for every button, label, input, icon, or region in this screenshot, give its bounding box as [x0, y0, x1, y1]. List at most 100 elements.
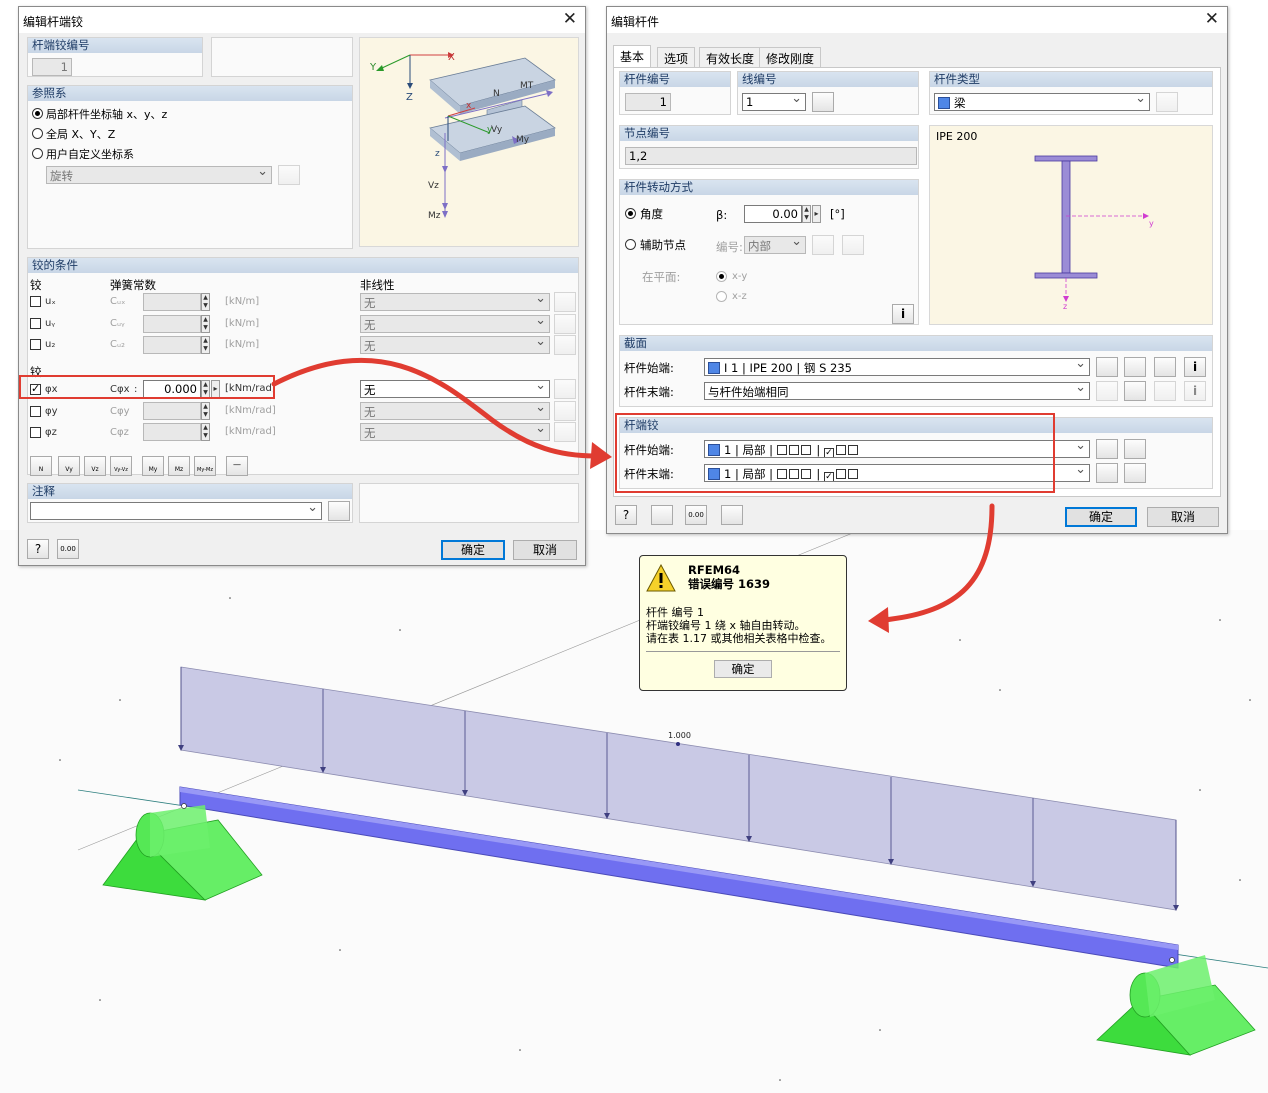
member-close-icon[interactable]: ✕ [1205, 11, 1219, 28]
ref-global-radio[interactable] [32, 128, 43, 139]
beta-arrow-button[interactable]: ▸ [812, 205, 821, 223]
phix-nonlinear-select[interactable]: 无 [360, 380, 550, 398]
section-info-icon[interactable]: i [1184, 357, 1206, 377]
ux-checkbox[interactable] [30, 296, 41, 307]
cphiz-input[interactable] [143, 423, 201, 441]
release-N-button[interactable]: N [30, 456, 52, 476]
rotation-select[interactable]: 旋转 [46, 166, 272, 184]
member-dialog-title: 编辑杆件 [611, 15, 660, 29]
pick-line-icon[interactable] [812, 92, 834, 112]
rotation-title: 杆件转动方式 [620, 180, 918, 195]
release-Vy-button[interactable]: Vy [58, 456, 80, 476]
section-end-new-icon[interactable] [1124, 381, 1146, 401]
cancel-button[interactable]: 取消 [513, 540, 577, 560]
uy-nonlinear-select[interactable]: 无 [360, 315, 550, 333]
section-start-select[interactable]: I 1 | IPE 200 | 钢 S 235 [704, 358, 1090, 376]
plane-xy-radio[interactable] [716, 271, 727, 282]
line-no-title: 线编号 [738, 72, 918, 87]
member-pick-icon[interactable] [721, 505, 743, 525]
comment-input[interactable] [30, 502, 322, 520]
release-My-button[interactable]: My [142, 456, 164, 476]
ref-user-radio[interactable] [32, 148, 43, 159]
cux-input[interactable] [143, 293, 201, 311]
cuz-spinner[interactable]: ▲ ▼ [201, 336, 210, 354]
member-no-field[interactable]: 1 [625, 93, 671, 111]
angle-radio[interactable] [625, 208, 636, 219]
uz-edit-icon[interactable] [554, 335, 576, 355]
member-type-select[interactable]: 梁 [934, 93, 1150, 111]
uz-checkbox[interactable] [30, 339, 41, 350]
release-Mz-button[interactable]: Mz [168, 456, 190, 476]
rotation-group: 杆件转动方式 角度 β: 0.00 ▲▼ ▸ [°] 辅助节点 编号: 内部 在… [619, 179, 919, 325]
phiz-nonlinear-select[interactable]: 无 [360, 423, 550, 441]
ref-local-radio[interactable] [32, 108, 43, 119]
section-edit-icon[interactable] [1154, 357, 1176, 377]
member-cancel-button[interactable]: 取消 [1147, 507, 1219, 527]
aux-node-radio[interactable] [625, 239, 636, 250]
section-end-library-icon[interactable] [1096, 381, 1118, 401]
release-VyVz-button[interactable]: Vy-Vz [110, 456, 132, 476]
ux-nonlinear-select[interactable]: 无 [360, 293, 550, 311]
error-ok-button[interactable]: 确定 [714, 660, 772, 678]
cux-spinner[interactable]: ▲ ▼ [201, 293, 210, 311]
phiz-edit-icon[interactable] [554, 422, 576, 442]
member-edit-notes-icon[interactable] [651, 505, 673, 525]
hinge-no-field[interactable]: 1 [32, 58, 72, 76]
aux-node-select[interactable]: 内部 [744, 236, 806, 254]
info-icon[interactable]: i [892, 304, 914, 324]
cuz-input[interactable] [143, 336, 201, 354]
edit-coordinate-system-icon[interactable] [278, 165, 300, 185]
section-end-edit-icon[interactable] [1154, 381, 1176, 401]
ok-button[interactable]: 确定 [441, 540, 505, 560]
line-no-select[interactable]: 1 [742, 93, 806, 111]
hinge-end-new-icon[interactable] [1096, 463, 1118, 483]
uz-nonlinear-select[interactable]: 无 [360, 336, 550, 354]
hinge-end-edit-icon[interactable] [1124, 463, 1146, 483]
ref-global-label: 全局 X、Y、Z [46, 128, 116, 141]
uy-edit-icon[interactable] [554, 314, 576, 334]
beta-input[interactable]: 0.00 [744, 205, 802, 223]
ux-edit-icon[interactable] [554, 292, 576, 312]
section-library-icon[interactable] [1096, 357, 1118, 377]
uy-checkbox[interactable] [30, 318, 41, 329]
release-Vz-button[interactable]: Vz [84, 456, 106, 476]
pick-aux-node-icon[interactable] [812, 235, 834, 255]
release-none-button[interactable]: — [226, 456, 248, 476]
phiy-edit-icon[interactable] [554, 401, 576, 421]
phiy-checkbox[interactable] [30, 406, 41, 417]
phiy-nonlinear-select[interactable]: 无 [360, 402, 550, 420]
cphiy-spinner[interactable]: ▲ ▼ [201, 402, 210, 420]
model-view[interactable]: 1.000 [0, 530, 1268, 1093]
tab-modify-stiffness[interactable]: 修改刚度 [759, 47, 822, 67]
member-units-icon[interactable]: 0.00 [685, 505, 707, 525]
comment-edit-icon[interactable] [328, 501, 350, 521]
tab-options[interactable]: 选项 [657, 47, 696, 67]
plane-xz-radio[interactable] [716, 291, 727, 302]
new-aux-node-icon[interactable] [842, 235, 864, 255]
release-MyMz-button[interactable]: My-Mz [194, 456, 216, 476]
tab-basic[interactable]: 基本 [613, 45, 652, 68]
phiz-checkbox[interactable] [30, 427, 41, 438]
cphiy-input[interactable] [143, 402, 201, 420]
tab-effective-length[interactable]: 有效长度 [699, 47, 762, 67]
cuy-spinner[interactable]: ▲ ▼ [201, 315, 210, 333]
node-no-group: 节点编号 1,2 [619, 125, 919, 169]
section-new-icon[interactable] [1124, 357, 1146, 377]
phix-edit-icon[interactable] [554, 379, 576, 399]
cux-unit: [kN/m] [225, 296, 260, 307]
hinge-start-edit-icon[interactable] [1124, 439, 1146, 459]
hinge-start-new-icon[interactable] [1096, 439, 1118, 459]
section-end-select[interactable]: 与杆件始端相同 [704, 382, 1090, 400]
section-end-info-icon[interactable]: i [1184, 381, 1206, 401]
edit-member-dialog: 编辑杆件 ✕ 基本 选项 有效长度 修改刚度 杆件编号 1 线编号 1 杆件类型… [606, 6, 1228, 534]
close-icon[interactable]: ✕ [563, 11, 577, 28]
units-icon[interactable]: 0.00 [57, 539, 79, 559]
member-type-edit-icon[interactable] [1156, 92, 1178, 112]
beta-spinner[interactable]: ▲ ▼ [802, 205, 811, 223]
member-help-icon[interactable]: ? [615, 505, 637, 525]
node-no-field[interactable]: 1,2 [625, 147, 917, 165]
help-icon[interactable]: ? [27, 539, 49, 559]
cphiz-spinner[interactable]: ▲ ▼ [201, 423, 210, 441]
cuy-input[interactable] [143, 315, 201, 333]
member-ok-button[interactable]: 确定 [1065, 507, 1137, 527]
